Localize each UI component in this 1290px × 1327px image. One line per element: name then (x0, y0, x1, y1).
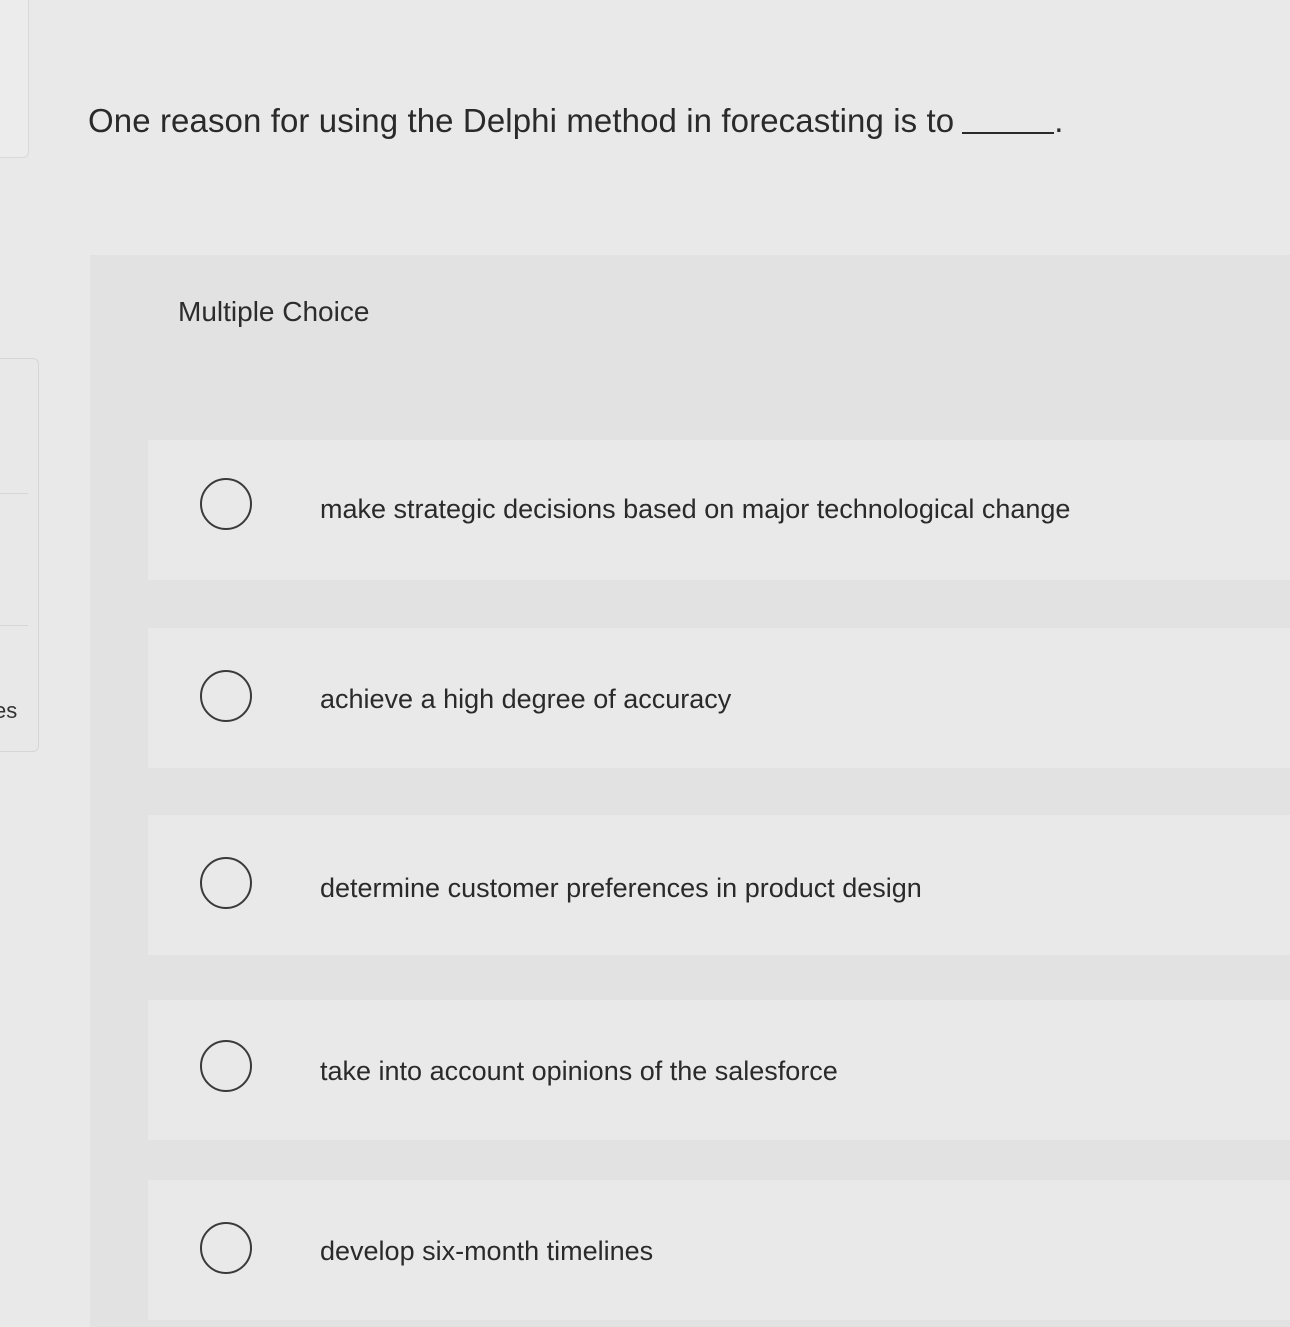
answer-option[interactable]: take into account opinions of the salesf… (148, 1000, 1290, 1140)
radio-button[interactable] (200, 670, 252, 722)
left-rail-card[interactable] (0, 358, 39, 752)
left-rail: es (0, 0, 40, 1327)
left-rail-divider (0, 493, 28, 494)
question-blank (962, 132, 1055, 134)
answer-option[interactable]: make strategic decisions based on major … (148, 440, 1290, 580)
left-rail-top-card (0, 0, 29, 158)
panel-label: Multiple Choice (178, 296, 370, 327)
answer-option[interactable]: determine customer preferences in produc… (148, 815, 1290, 955)
radio-button[interactable] (200, 478, 252, 530)
answer-option[interactable]: develop six-month timelines (148, 1180, 1290, 1320)
answer-option[interactable]: achieve a high degree of accuracy (148, 628, 1290, 768)
answer-option-label: achieve a high degree of accuracy (320, 684, 732, 714)
left-rail-divider (0, 625, 28, 626)
question-prompt: One reason for using the Delphi method i… (88, 102, 1064, 140)
question-end-punctuation: . (1054, 102, 1064, 139)
answer-option-label: make strategic decisions based on major … (320, 494, 1071, 524)
question-text: One reason for using the Delphi method i… (88, 102, 955, 139)
answer-option-label: determine customer preferences in produc… (320, 873, 922, 903)
answer-panel (90, 255, 1290, 1327)
radio-button[interactable] (200, 1222, 252, 1274)
left-rail-label[interactable]: es (0, 698, 17, 724)
radio-button[interactable] (200, 857, 252, 909)
answer-option-label: develop six-month timelines (320, 1236, 654, 1266)
radio-button[interactable] (200, 1040, 252, 1092)
answer-option-label: take into account opinions of the salesf… (320, 1056, 838, 1086)
